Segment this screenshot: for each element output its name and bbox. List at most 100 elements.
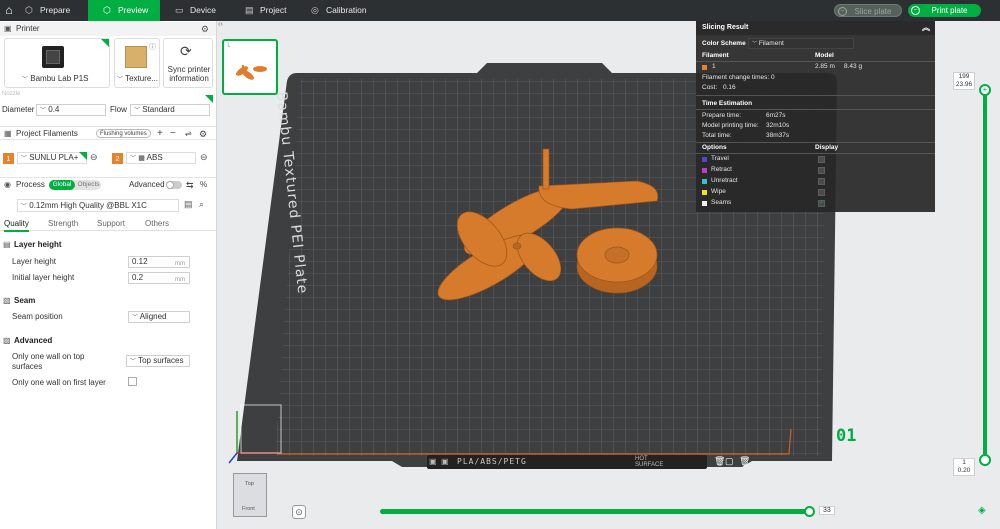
move-slider-track[interactable] xyxy=(380,509,810,514)
filaments-section-header: ▦ Project Filaments Flushing volumes + −… xyxy=(0,126,216,140)
zoom-fit-icon[interactable]: ⊙ xyxy=(292,505,306,519)
color-scheme-select[interactable]: ﹀ Filament xyxy=(748,38,854,49)
sync-filament-icon[interactable]: ⇌ xyxy=(185,127,192,141)
unretract-checkbox[interactable] xyxy=(818,178,825,185)
remove-icon[interactable]: − xyxy=(170,127,176,141)
view-cube[interactable]: Top Front xyxy=(233,473,267,517)
seam-position-select[interactable]: ﹀ Aligned xyxy=(128,311,190,323)
plate-type-name: Texture... xyxy=(125,74,158,83)
tab-support[interactable]: Support xyxy=(97,219,125,228)
seam-group: ▧ Seam xyxy=(3,296,36,305)
printer-name: Bambu Lab P1S xyxy=(30,74,89,83)
tab-preview[interactable]: ⬡ Preview xyxy=(88,0,160,21)
retract-checkbox[interactable] xyxy=(818,167,825,174)
printer-icon: ▣ xyxy=(4,24,12,33)
advanced-toggle[interactable] xyxy=(166,181,182,189)
gear-icon[interactable]: ⚙ xyxy=(201,22,209,36)
percent-icon[interactable]: % xyxy=(200,178,207,192)
plate-number: 01 xyxy=(836,426,857,446)
layer-bottom-readout: 1 0.20 xyxy=(953,458,975,476)
travel-checkbox[interactable] xyxy=(818,156,825,163)
slicing-result-title: Slicing Result ︽ xyxy=(696,21,935,35)
info-icon[interactable]: ⓘ xyxy=(149,42,156,52)
initial-layer-height-input[interactable]: 0.2 mm xyxy=(128,272,190,284)
filament-icon: ▦ xyxy=(4,129,12,138)
seams-swatch xyxy=(702,201,707,206)
initial-layer-height-label: Initial layer height xyxy=(12,273,75,282)
settings-sidebar: ▣ Printer ⚙ ﹀ Bambu Lab P1S ⓘ ﹀ Texture.… xyxy=(0,21,217,529)
layer-top-readout: 199 23.96 xyxy=(953,72,975,90)
layers-icon[interactable]: ◈ xyxy=(978,505,986,516)
filament-slot-2[interactable]: 2 xyxy=(112,153,123,164)
process-preset-select[interactable]: ﹀ 0.12mm High Quality @BBL X1C xyxy=(17,199,179,212)
unretract-swatch xyxy=(702,179,707,184)
one-wall-top-select[interactable]: ﹀ Top surfaces xyxy=(126,355,190,367)
filament-2-select[interactable]: ﹀ ▦ ABS xyxy=(126,152,196,164)
printer-image xyxy=(42,46,64,68)
global-objects-toggle[interactable]: Global Objects xyxy=(49,180,101,190)
modified-flag-icon xyxy=(79,152,87,160)
preview-cube-icon: ⬡ xyxy=(103,5,111,15)
textured-plate-image xyxy=(125,46,147,68)
tab-strength[interactable]: Strength xyxy=(48,219,78,228)
filament-settings-icon[interactable]: ⊖ xyxy=(200,152,208,163)
flow-select[interactable]: ﹀ Standard xyxy=(130,104,210,116)
diameter-select[interactable]: ﹀ 0.4 xyxy=(36,104,106,116)
compare-icon[interactable]: ⇆ xyxy=(186,178,194,192)
top-toolbar: ⌂ ⬡ Prepare ⬡ Preview ▭ Device ▤ Project ◎ Ca… xyxy=(0,0,1000,21)
sync-icon: ⟳ xyxy=(180,43,192,59)
slice-plate-button[interactable]: – Slice plate xyxy=(834,4,902,17)
process-section-header: ◉ Process Global Objects Advanced ⇆ % xyxy=(0,177,216,191)
modified-flag-icon xyxy=(101,39,109,47)
tab-others[interactable]: Others xyxy=(145,219,169,228)
layer-height-group: ▤ Layer height xyxy=(3,240,62,249)
plate-type-card[interactable]: ⓘ ﹀ Texture... xyxy=(114,38,160,88)
one-wall-first-checkbox[interactable] xyxy=(128,377,137,386)
tab-device[interactable]: ▭ Device xyxy=(170,0,240,21)
sync-label-line1: Sync printer xyxy=(167,65,211,74)
qr-icon: ▣ xyxy=(429,457,437,466)
tab-project[interactable]: ▤ Project xyxy=(240,0,306,21)
folder-icon: ▤ xyxy=(245,5,254,15)
flushing-volumes-button[interactable]: Flushing volumes xyxy=(96,129,151,138)
sync-printer-button[interactable]: ⟳ Sync printer information xyxy=(163,38,213,88)
layer-top-handle[interactable]: + xyxy=(979,84,991,96)
filament-settings-icon[interactable]: ⊖ xyxy=(90,152,98,163)
gear-icon[interactable]: ⚙ xyxy=(199,127,207,141)
seams-checkbox[interactable]: ✓ xyxy=(818,200,825,207)
layer-height-label: Layer height xyxy=(12,257,57,266)
travel-swatch xyxy=(702,157,707,162)
monitor-icon: ▭ xyxy=(175,5,184,15)
filament-color-swatch xyxy=(702,65,707,70)
square-icon: ▢ xyxy=(725,456,734,466)
slicing-result-panel: Slicing Result ︽ Color Scheme ﹀ Filament… xyxy=(696,21,935,212)
layers-icon: ▤ xyxy=(3,240,11,249)
filament-1-select[interactable]: ﹀ SUNLU PLA+ xyxy=(17,152,87,164)
layer-height-input[interactable]: 0.12 mm xyxy=(128,256,190,268)
layer-slider-track[interactable] xyxy=(983,90,987,460)
printer-preset-card[interactable]: ﹀ Bambu Lab P1S xyxy=(4,38,110,88)
move-slider-value: 33 xyxy=(819,506,835,515)
home-icon[interactable]: ⌂ xyxy=(0,0,18,21)
move-slider-handle[interactable] xyxy=(804,506,815,517)
one-wall-first-label: Only one wall on first layer xyxy=(12,378,106,387)
advanced-label: Advanced xyxy=(129,180,165,189)
tab-quality[interactable]: Quality xyxy=(4,219,29,232)
bed-filament-strip: PLA/ABS/PETG xyxy=(457,457,527,466)
seam-position-label: Seam position xyxy=(12,312,63,321)
advanced-group: ▨ Advanced xyxy=(3,336,53,345)
advanced-icon: ▨ xyxy=(3,336,11,345)
layer-bottom-handle[interactable] xyxy=(979,454,991,466)
search-icon[interactable]: ⌕ xyxy=(199,199,204,210)
filament-slot-1[interactable]: 1 xyxy=(3,153,14,164)
dropdown-icon: – xyxy=(911,6,920,15)
tab-prepare[interactable]: ⬡ Prepare xyxy=(20,0,88,21)
diameter-label: Diameter xyxy=(2,105,35,114)
print-plate-button[interactable]: – Print plate xyxy=(908,4,981,17)
collapse-icon[interactable]: ︽ xyxy=(922,21,930,35)
tab-calibration[interactable]: ◎ Calibration xyxy=(306,0,386,21)
wipe-checkbox[interactable] xyxy=(818,189,825,196)
add-icon[interactable]: + xyxy=(157,127,163,141)
qr-icon: ▣ xyxy=(441,457,449,466)
save-icon[interactable]: ▤ xyxy=(184,199,193,210)
